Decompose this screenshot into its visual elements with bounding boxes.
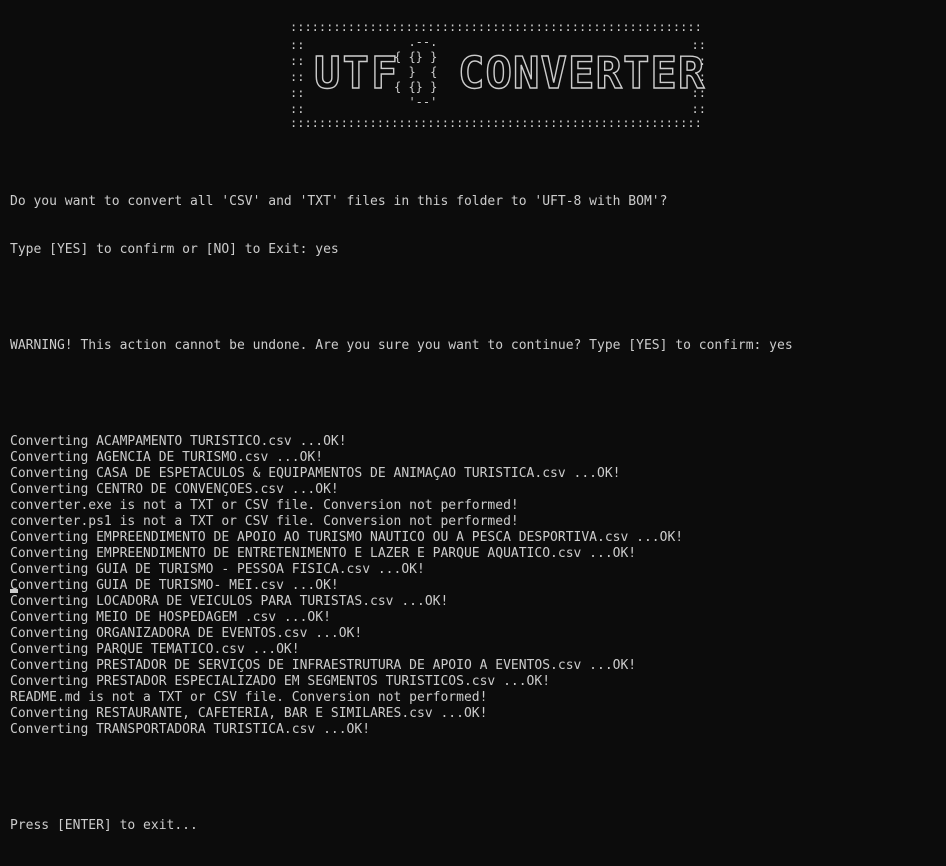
log-line: Converting ACAMPAMENTO TURISTICO.csv ...…	[10, 434, 347, 449]
log-line: Converting CENTRO DE CONVENÇOES.csv ...O…	[10, 482, 339, 497]
ascii-banner: ::::::::::::::::::::::::::::::::::::::::…	[290, 21, 708, 131]
banner-border-bottom: ::::::::::::::::::::::::::::::::::::::::…	[290, 117, 702, 129]
log-line: Converting GUIA DE TURISMO- MEI.csv ...O…	[10, 578, 339, 593]
banner-word-converter: CONVERTER	[457, 48, 706, 99]
console-output: Do you want to convert all 'CSV' and 'TX…	[10, 162, 940, 866]
log-line: Converting AGENCIA DE TURISMO.csv ...OK!	[10, 450, 324, 465]
log-line: Converting CASA DE ESPETACULOS & EQUIPAM…	[10, 466, 621, 481]
banner-logo-braces: .--. { {} } } { { {} } '--'	[394, 35, 438, 109]
prompt-question: Do you want to convert all 'CSV' and 'TX…	[10, 194, 668, 209]
terminal-window[interactable]: ::::::::::::::::::::::::::::::::::::::::…	[0, 0, 946, 833]
text-cursor[interactable]	[10, 589, 18, 593]
banner-border-top: ::::::::::::::::::::::::::::::::::::::::…	[290, 21, 702, 33]
banner-side-left: :: :: :: :: ::	[290, 38, 305, 116]
warning-line: WARNING! This action cannot be undone. A…	[10, 338, 793, 353]
conversion-log: Converting ACAMPAMENTO TURISTICO.csv ...…	[10, 434, 940, 738]
log-line: Converting EMPREENDIMENTO DE APOIO AO TU…	[10, 530, 684, 545]
log-line: Converting GUIA DE TURISMO - PESSOA FISI…	[10, 562, 425, 577]
log-line: Converting TRANSPORTADORA TURISTICA.csv …	[10, 722, 371, 737]
log-line: Converting EMPREENDIMENTO DE ENTRETENIME…	[10, 546, 637, 561]
log-line: Converting LOCADORA DE VEICULOS PARA TUR…	[10, 594, 449, 609]
log-line: Converting ORGANIZADORA DE EVENTOS.csv .…	[10, 626, 363, 641]
log-line: Converting PARQUE TEMATICO.csv ...OK!	[10, 642, 300, 657]
log-line: Converting PRESTADOR ESPECIALIZADO EM SE…	[10, 674, 551, 689]
log-line: Converting MEIO DE HOSPEDAGEM .csv ...OK…	[10, 610, 331, 625]
log-line: converter.exe is not a TXT or CSV file. …	[10, 498, 519, 513]
banner-word-utf: UTF	[313, 48, 400, 99]
log-line: Converting RESTAURANTE, CAFETERIA, BAR E…	[10, 706, 488, 721]
log-line: Converting PRESTADOR DE SERVIÇOS DE INFR…	[10, 658, 637, 673]
log-line: README.md is not a TXT or CSV file. Conv…	[10, 690, 488, 705]
exit-prompt: Press [ENTER] to exit...	[10, 818, 198, 833]
log-line: converter.ps1 is not a TXT or CSV file. …	[10, 514, 519, 529]
prompt-answer: Type [YES] to confirm or [NO] to Exit: y…	[10, 242, 339, 257]
